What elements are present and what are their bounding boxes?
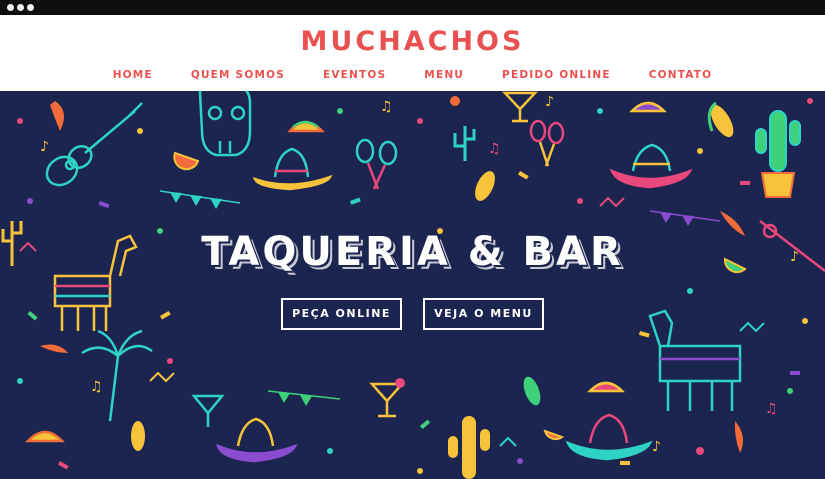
order-online-button[interactable]: PEÇA ONLINE (281, 298, 402, 330)
sombrero-icon (216, 417, 298, 463)
svg-text:♪: ♪ (545, 94, 554, 110)
skull-icon (198, 91, 252, 157)
brand-logo[interactable]: MUCHACHOS (0, 26, 825, 57)
mexican-pattern-background: ♪ ♫ ♪ ♫ ♪ ♫ ♪ ♫ (1, 91, 825, 479)
browser-chrome (0, 0, 825, 15)
cactus-icon (755, 110, 801, 198)
svg-text:♫: ♫ (90, 379, 103, 395)
hero-cta-group: PEÇA ONLINE VEJA O MENU (0, 298, 825, 330)
sombrero-icon (252, 147, 333, 191)
nav-item-pedido-online[interactable]: PEDIDO ONLINE (483, 69, 630, 83)
view-menu-button[interactable]: VEJA O MENU (423, 298, 544, 330)
window-dot-icon[interactable] (7, 4, 14, 11)
nav-item-menu[interactable]: MENU (405, 69, 483, 83)
svg-text:♫: ♫ (765, 401, 778, 417)
nav-item-quem-somos[interactable]: QUEM SOMOS (172, 69, 304, 83)
margarita-icon (191, 394, 225, 427)
svg-text:♪: ♪ (40, 139, 49, 155)
maracas-icon (529, 119, 565, 167)
cactus-icon (448, 416, 490, 479)
window-dot-icon[interactable] (27, 4, 34, 11)
nav-item-home[interactable]: HOME (94, 69, 172, 83)
main-nav: HOME QUEM SOMOS EVENTOS MENU PEDIDO ONLI… (0, 69, 825, 83)
lime-slice-icon (173, 151, 747, 441)
corn-icon (707, 101, 734, 138)
hero-title: TAQUERIA & BAR (201, 229, 624, 275)
nav-item-eventos[interactable]: EVENTOS (304, 69, 405, 83)
confetti-decoration: ♪ ♫ ♪ ♫ ♪ ♫ ♪ ♫ (17, 94, 813, 474)
site-header: MUCHACHOS HOME QUEM SOMOS EVENTOS MENU P… (0, 15, 825, 91)
sombrero-icon (609, 143, 693, 189)
window-dots (7, 4, 34, 11)
sombrero-icon (565, 413, 653, 461)
margarita-icon (369, 378, 405, 418)
hero-banner: ♪ ♫ ♪ ♫ ♪ ♫ ♪ ♫ TAQUERIA & BAR PEÇA ONLI… (0, 91, 825, 479)
cactus-icon (453, 126, 476, 161)
taco-icon (287, 120, 325, 133)
svg-text:♫: ♫ (488, 141, 501, 157)
svg-text:♪: ♪ (652, 439, 661, 455)
maracas-icon (355, 138, 398, 190)
svg-text:♫: ♫ (380, 99, 393, 115)
window-dot-icon[interactable] (17, 4, 24, 11)
palm-tree-icon (81, 329, 153, 422)
margarita-icon (502, 91, 538, 123)
nav-item-contato[interactable]: CONTATO (630, 69, 732, 83)
